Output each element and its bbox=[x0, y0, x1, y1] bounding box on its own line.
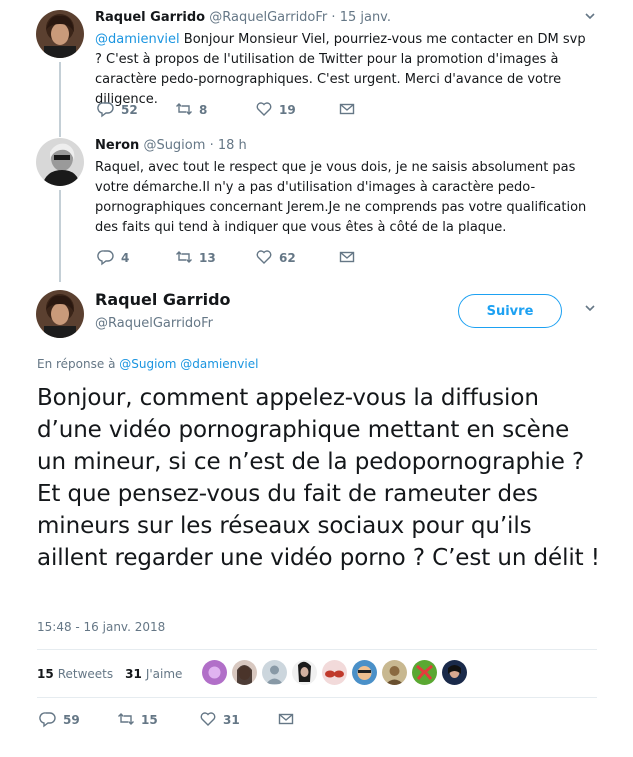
avatar[interactable] bbox=[36, 138, 84, 186]
mention-link[interactable]: @Sugiom bbox=[119, 357, 176, 371]
liker-avatar[interactable] bbox=[262, 660, 287, 685]
main-tweet-text: Bonjour, comment appelez-vous la diffusi… bbox=[37, 385, 600, 571]
reply-button[interactable]: 4 bbox=[97, 248, 129, 268]
follow-button[interactable]: Suivre bbox=[458, 294, 562, 328]
avatar[interactable] bbox=[36, 10, 84, 58]
retweet-icon bbox=[117, 710, 135, 731]
heart-icon bbox=[255, 100, 273, 121]
tweet-time[interactable]: 15 janv. bbox=[340, 10, 391, 25]
heart-icon bbox=[255, 248, 273, 269]
retweet-button[interactable]: 13 bbox=[175, 248, 216, 268]
mention-link[interactable]: @damienviel bbox=[95, 32, 180, 47]
chevron-down-icon[interactable] bbox=[584, 10, 596, 26]
tweet-time[interactable]: 18 h bbox=[218, 138, 247, 153]
dm-button[interactable] bbox=[338, 248, 356, 268]
divider bbox=[37, 649, 597, 650]
heart-icon bbox=[199, 710, 217, 731]
likes-stat[interactable]: 31 J'aime bbox=[125, 667, 182, 681]
handle[interactable]: @Sugiom bbox=[143, 138, 205, 153]
display-name[interactable]: Neron bbox=[95, 138, 139, 153]
dot-separator: · bbox=[209, 138, 214, 153]
retweet-count: 13 bbox=[199, 251, 216, 265]
envelope-icon bbox=[338, 248, 356, 269]
thread-connector bbox=[59, 190, 61, 282]
liker-avatar[interactable] bbox=[202, 660, 227, 685]
reply-count: 4 bbox=[121, 251, 130, 265]
thread-connector bbox=[59, 135, 61, 137]
timestamp[interactable]: 15:48 - 16 janv. 2018 bbox=[37, 620, 165, 634]
like-button[interactable]: 62 bbox=[255, 248, 296, 268]
like-button[interactable]: 31 bbox=[199, 710, 240, 730]
dot-separator: · bbox=[331, 10, 336, 25]
reply-button[interactable]: 59 bbox=[39, 710, 80, 730]
author-line: Raquel Garrido @RaquelGarridoFr · 15 jan… bbox=[95, 10, 391, 25]
handle[interactable]: @RaquelGarridoFr bbox=[209, 10, 327, 25]
envelope-icon bbox=[338, 100, 356, 121]
retweet-button[interactable]: 8 bbox=[175, 100, 207, 120]
retweet-button[interactable]: 15 bbox=[117, 710, 158, 730]
reply-icon bbox=[39, 710, 57, 731]
dm-button[interactable] bbox=[277, 710, 295, 730]
tweet-reply-raquel[interactable]: Raquel Garrido @RaquelGarridoFr · 15 jan… bbox=[0, 0, 633, 135]
like-count: 19 bbox=[279, 103, 296, 117]
avatar[interactable] bbox=[36, 290, 84, 338]
tweet-text: Raquel, avec tout le respect que je vous… bbox=[95, 160, 587, 235]
reply-count: 59 bbox=[63, 713, 80, 727]
tweet-reply-neron[interactable]: Neron @Sugiom · 18 h Raquel, avec tout l… bbox=[0, 135, 633, 282]
like-count: 62 bbox=[279, 251, 296, 265]
reply-icon bbox=[97, 248, 115, 269]
liker-avatar[interactable] bbox=[292, 660, 317, 685]
retweet-icon bbox=[175, 100, 193, 121]
reply-button[interactable]: 52 bbox=[97, 100, 138, 120]
like-count: 31 bbox=[223, 713, 240, 727]
liker-avatar[interactable] bbox=[412, 660, 437, 685]
retweet-total: 15 bbox=[37, 667, 54, 681]
reply-icon bbox=[97, 100, 115, 121]
mention-link[interactable]: @damienviel bbox=[180, 357, 258, 371]
like-button[interactable]: 19 bbox=[255, 100, 296, 120]
liker-avatar[interactable] bbox=[352, 660, 377, 685]
liker-avatar[interactable] bbox=[322, 660, 347, 685]
display-name[interactable]: Raquel Garrido bbox=[95, 290, 231, 309]
tweet-text: @damienviel Bonjour Monsieur Viel, pourr… bbox=[95, 30, 595, 110]
reply-prefix: En réponse à bbox=[37, 357, 116, 371]
retweet-label: Retweets bbox=[57, 667, 114, 681]
retweet-count: 8 bbox=[199, 103, 208, 117]
chevron-down-icon[interactable] bbox=[584, 302, 596, 318]
handle[interactable]: @RaquelGarridoFr bbox=[95, 316, 213, 331]
liker-avatar[interactable] bbox=[442, 660, 467, 685]
liker-avatar[interactable] bbox=[382, 660, 407, 685]
reply-count: 52 bbox=[121, 103, 138, 117]
retweets-stat[interactable]: 15 Retweets bbox=[37, 667, 113, 681]
divider bbox=[37, 697, 597, 698]
envelope-icon bbox=[277, 710, 295, 731]
display-name[interactable]: Raquel Garrido bbox=[95, 10, 205, 25]
dm-button[interactable] bbox=[338, 100, 356, 120]
engagement-stats: 15 Retweets 31 J'aime bbox=[37, 664, 182, 684]
retweet-count: 15 bbox=[141, 713, 158, 727]
thread-connector bbox=[59, 62, 61, 135]
like-label: J'aime bbox=[145, 667, 183, 681]
liker-avatar[interactable] bbox=[232, 660, 257, 685]
retweet-icon bbox=[175, 248, 193, 269]
like-total: 31 bbox=[125, 667, 142, 681]
author-line: Neron @Sugiom · 18 h bbox=[95, 138, 247, 153]
reply-context: En réponse à @Sugiom @damienviel bbox=[37, 357, 258, 371]
